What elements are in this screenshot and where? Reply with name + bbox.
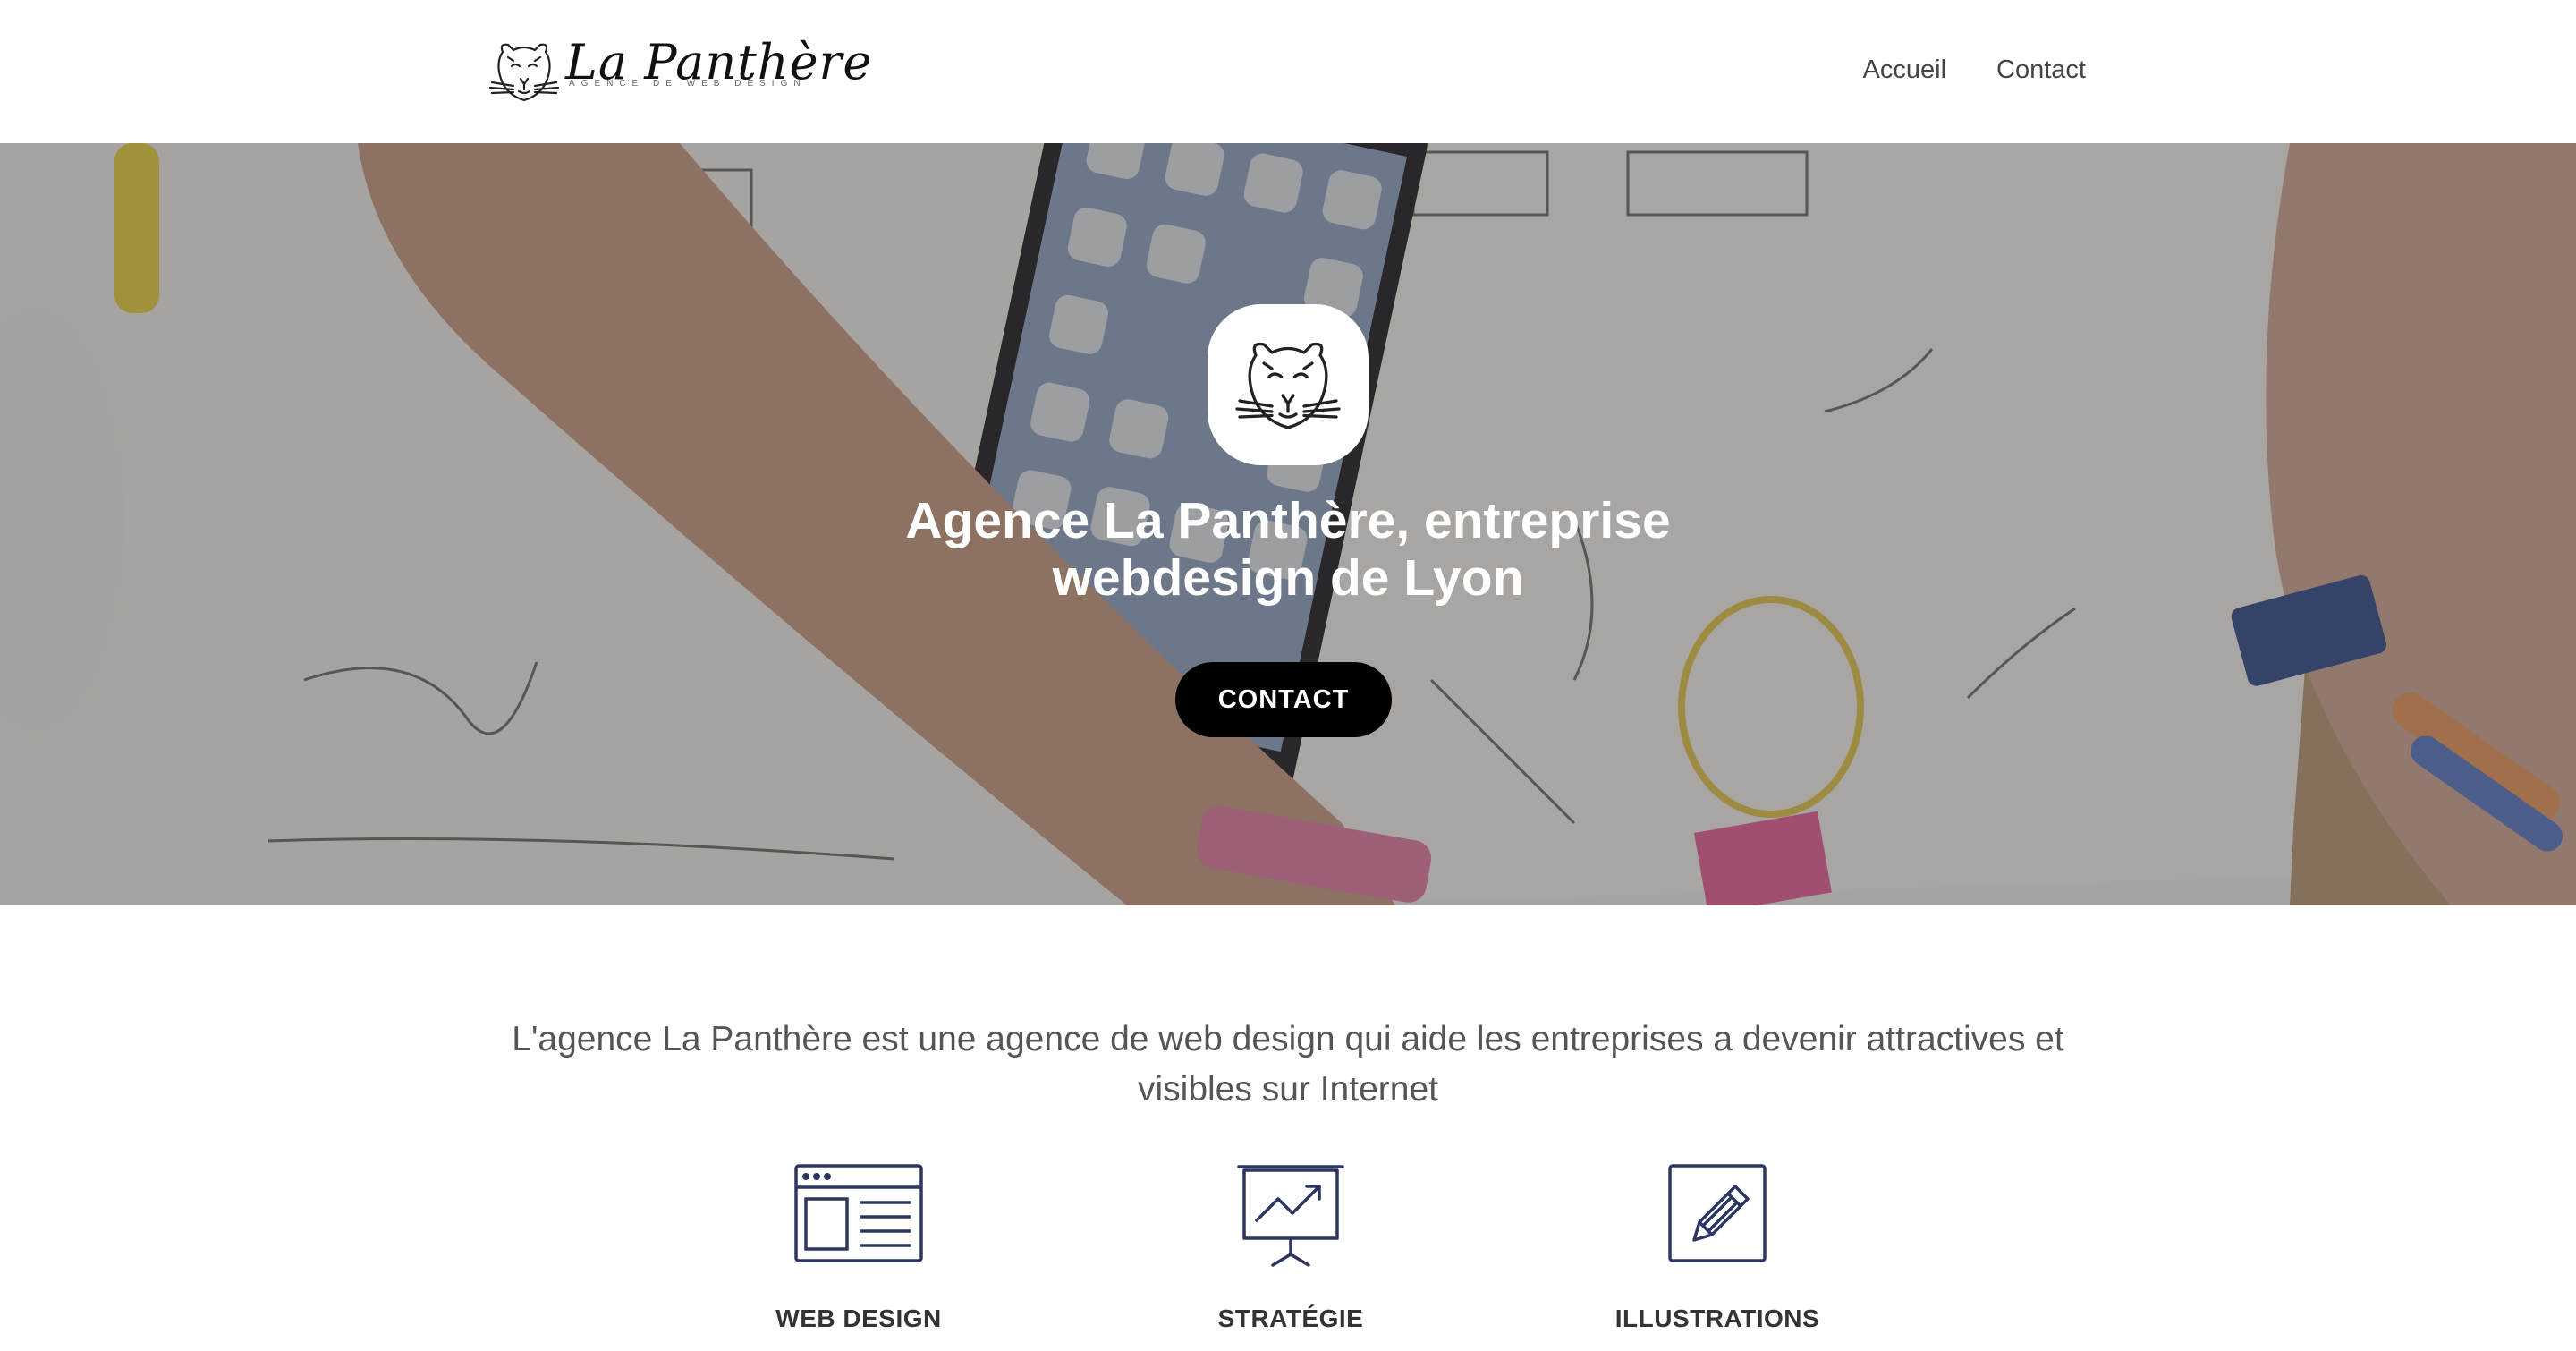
- nav-link-accueil[interactable]: Accueil: [1863, 55, 1947, 85]
- logo-text: La Panthère AGENCE DE WEB DESIGN: [565, 34, 871, 109]
- panther-head-icon: [1235, 342, 1341, 429]
- service-label: WEB DESIGN: [775, 1304, 942, 1332]
- contact-button[interactable]: CONTACT: [1175, 662, 1392, 737]
- service-label: STRATÉGIE: [1217, 1304, 1364, 1332]
- service-strategie[interactable]: STRATÉGIE: [1157, 1163, 1425, 1342]
- service-web-design[interactable]: WEB DESIGN: [724, 1163, 993, 1342]
- hero-logo-badge: [1208, 304, 1368, 465]
- main-nav: Accueil Contact: [1863, 55, 2086, 85]
- service-illustrations[interactable]: ILLUSTRATIONS: [1583, 1163, 1852, 1342]
- panther-logo-icon: [488, 43, 560, 102]
- site-header: La Panthère AGENCE DE WEB DESIGN Accueil…: [0, 0, 2576, 143]
- service-label: ILLUSTRATIONS: [1614, 1304, 1820, 1332]
- hero-title: Agence La Panthère, entreprise webdesign…: [905, 492, 1671, 607]
- intro-text: L'agence La Panthère est une agence de w…: [512, 1020, 2064, 1109]
- logo-subtitle: AGENCE DE WEB DESIGN: [569, 79, 807, 89]
- presentation-chart-icon: [1237, 1165, 1344, 1267]
- nav-link-contact[interactable]: Contact: [1996, 55, 2086, 85]
- logo[interactable]: La Panthère AGENCE DE WEB DESIGN: [483, 34, 871, 109]
- browser-window-icon: [794, 1164, 923, 1262]
- pencil-icon: [1668, 1164, 1767, 1262]
- page: La Panthère AGENCE DE WEB DESIGN Accueil…: [0, 0, 2576, 1351]
- hero-banner: Agence La Panthère, entreprise webdesign…: [0, 143, 2576, 905]
